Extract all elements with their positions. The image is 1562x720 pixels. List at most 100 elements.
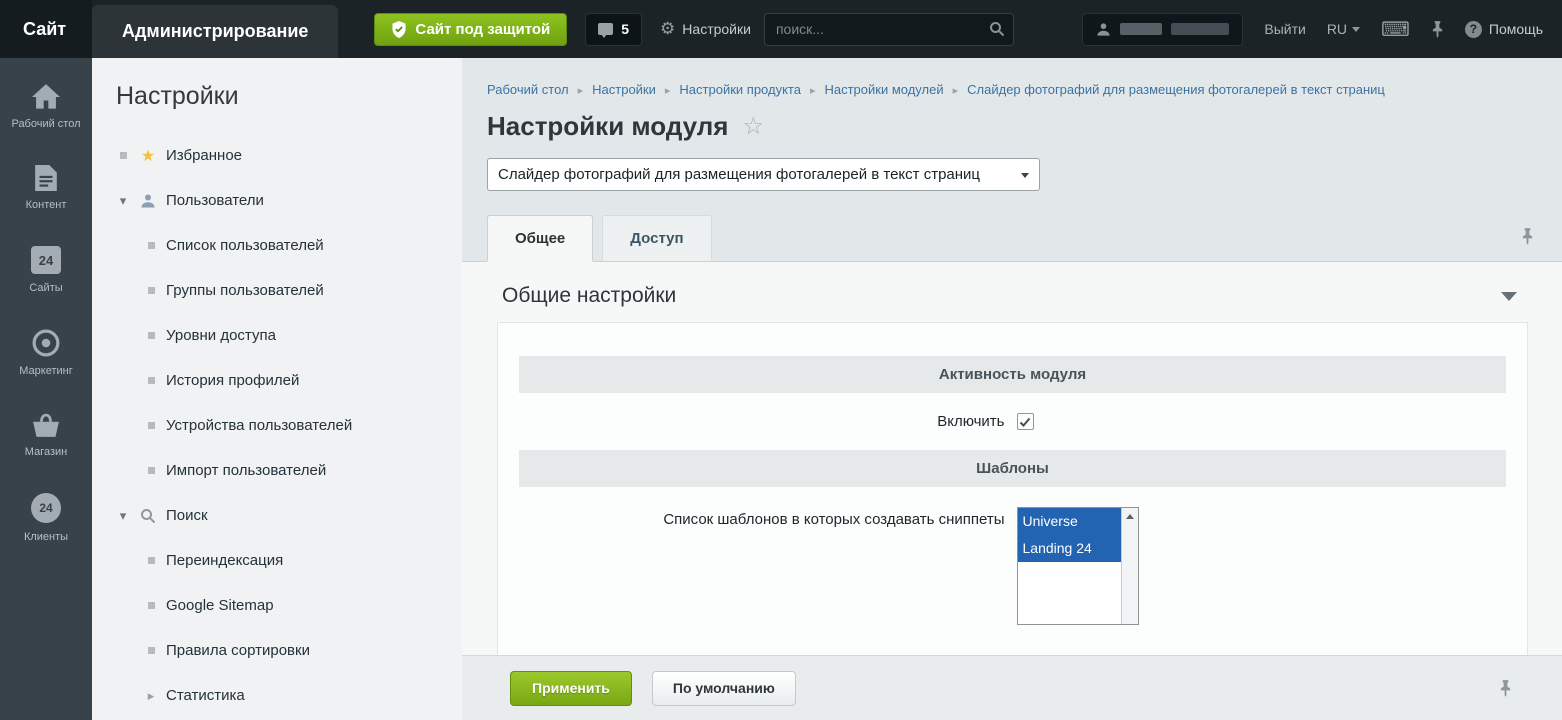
topbar-search	[764, 13, 1014, 46]
bullet-icon	[148, 287, 155, 294]
rail-label-desktop: Рабочий стол	[7, 118, 84, 131]
page-title: Настройки модуля	[487, 111, 728, 142]
chevron-down-icon	[1352, 27, 1360, 32]
help-icon	[1465, 21, 1482, 38]
help-button[interactable]: Помощь	[1465, 21, 1543, 38]
rail-item-desktop[interactable]: Рабочий стол	[0, 84, 92, 131]
favorite-star-icon[interactable]	[742, 112, 764, 141]
sidebar-item-sort-rules[interactable]: Правила сортировки	[114, 628, 452, 673]
main-content: Рабочий стол Настройки Настройки продукт…	[462, 58, 1562, 720]
rail-label-sites: Сайты	[25, 282, 66, 295]
site-tab[interactable]: Сайт	[0, 0, 92, 58]
chevron-expanded-icon[interactable]	[114, 508, 132, 524]
templates-listbox[interactable]: Universe Landing 24	[1017, 507, 1139, 625]
sites-badge-text: 24	[39, 253, 53, 268]
chevron-down-icon	[1021, 173, 1029, 178]
breadcrumb-link[interactable]: Настройки	[592, 82, 656, 97]
bullet-icon	[148, 467, 155, 474]
bullet-icon	[120, 152, 127, 159]
tab-panel-general: Общие настройки Активность модуля Включи…	[462, 261, 1562, 655]
collapse-section-icon[interactable]	[1501, 292, 1517, 301]
listbox-option-landing24[interactable]: Landing 24	[1018, 535, 1121, 562]
bullet-icon	[148, 377, 155, 384]
topbar-right: Выйти RU Помощь	[1082, 13, 1562, 46]
bullet-icon	[148, 332, 155, 339]
topbar-settings-label: Настройки	[682, 21, 751, 37]
sidebar-item-favorites[interactable]: Избранное	[114, 133, 452, 178]
sidebar-item-search[interactable]: Поиск	[114, 493, 452, 538]
user-name-redacted	[1120, 23, 1162, 35]
sidebar-item-profile-history[interactable]: История профилей	[114, 358, 452, 403]
breadcrumb-separator-icon	[953, 82, 959, 97]
sidebar-item-user-list[interactable]: Список пользователей	[114, 223, 452, 268]
default-button[interactable]: По умолчанию	[652, 671, 796, 706]
tabs-pin-icon[interactable]	[1521, 228, 1534, 245]
chevron-collapsed-icon[interactable]	[142, 688, 160, 704]
sidebar-item-user-import[interactable]: Импорт пользователей	[114, 448, 452, 493]
rail-item-sites[interactable]: 24 Сайты	[0, 246, 92, 295]
breadcrumb-link[interactable]: Настройки модулей	[824, 82, 943, 97]
notifications-count: 5	[621, 21, 629, 37]
topbar-pin-icon[interactable]	[1431, 21, 1444, 38]
settings-form: Активность модуля Включить Шаблоны Списо…	[497, 322, 1528, 655]
sidebar-item-statistics[interactable]: Статистика	[114, 673, 452, 718]
footer-pin-icon[interactable]	[1499, 680, 1512, 697]
language-selector[interactable]: RU	[1327, 21, 1360, 37]
notifications-button[interactable]: 5	[585, 13, 642, 46]
user-icon	[1096, 22, 1111, 37]
rail-item-marketing[interactable]: Маркетинг	[0, 329, 92, 378]
topbar-settings-button[interactable]: Настройки	[660, 19, 751, 39]
site-tab-label: Сайт	[23, 19, 66, 40]
rail-item-shop[interactable]: Магазин	[0, 412, 92, 459]
apply-button[interactable]: Применить	[510, 671, 632, 706]
search-icon[interactable]	[989, 21, 1005, 42]
group-header-templates: Шаблоны	[519, 450, 1506, 487]
listbox-scrollbar[interactable]	[1121, 508, 1138, 624]
user-menu[interactable]	[1082, 13, 1243, 46]
sidebar-item-user-devices[interactable]: Устройства пользователей	[114, 403, 452, 448]
bullet-icon	[148, 242, 155, 249]
breadcrumb-separator-icon	[665, 82, 671, 97]
listbox-options: Universe Landing 24	[1018, 508, 1121, 624]
sidebar-item-google-sitemap[interactable]: Google Sitemap	[114, 583, 452, 628]
rail-label-clients: Клиенты	[20, 531, 72, 544]
icon-rail: Рабочий стол Контент 24 Сайты Маркетинг …	[0, 58, 92, 720]
tab-general[interactable]: Общее	[487, 215, 593, 262]
breadcrumb-current[interactable]: Слайдер фотографий для размещения фотога…	[967, 82, 1385, 97]
shield-icon	[391, 21, 407, 38]
breadcrumb-link[interactable]: Настройки продукта	[679, 82, 801, 97]
enable-checkbox[interactable]	[1017, 413, 1034, 430]
chevron-expanded-icon[interactable]	[114, 193, 132, 209]
search-input[interactable]	[764, 13, 1014, 46]
scroll-up-icon[interactable]	[1122, 508, 1138, 524]
bullet-icon	[148, 557, 155, 564]
group-header-activity: Активность модуля	[519, 356, 1506, 393]
rail-item-clients[interactable]: 24 Клиенты	[0, 493, 92, 544]
sites-icon: 24	[31, 246, 61, 274]
sidebar-item-users[interactable]: Пользователи	[114, 178, 452, 223]
module-select[interactable]: Слайдер фотографий для размещения фотога…	[487, 158, 1040, 191]
rail-item-content[interactable]: Контент	[0, 165, 92, 212]
enable-label: Включить	[519, 413, 1013, 430]
tab-access[interactable]: Доступ	[602, 215, 711, 262]
admin-tab-label: Администрирование	[122, 21, 308, 42]
clients-icon: 24	[31, 493, 61, 523]
sidebar-item-reindex[interactable]: Переиндексация	[114, 538, 452, 583]
form-footer: Применить По умолчанию	[462, 655, 1562, 720]
help-label: Помощь	[1489, 21, 1543, 37]
user-name-redacted-2	[1171, 23, 1229, 35]
notifications-icon	[598, 23, 613, 35]
sidebar-item-user-groups[interactable]: Группы пользователей	[114, 268, 452, 313]
title-row: Настройки модуля	[487, 111, 1562, 142]
admin-tab[interactable]: Администрирование	[92, 5, 338, 58]
templates-row: Список шаблонов в которых создавать снип…	[519, 507, 1506, 625]
settings-sidebar: Настройки Избранное Пользователи Список …	[92, 58, 462, 720]
breadcrumb-link[interactable]: Рабочий стол	[487, 82, 569, 97]
hotkeys-icon[interactable]	[1381, 17, 1410, 42]
listbox-option-universe[interactable]: Universe	[1018, 508, 1121, 535]
site-protected-button[interactable]: Сайт под защитой	[374, 13, 567, 46]
sidebar-item-access-levels[interactable]: Уровни доступа	[114, 313, 452, 358]
rail-label-content: Контент	[22, 199, 71, 212]
logout-link[interactable]: Выйти	[1264, 21, 1305, 37]
language-label: RU	[1327, 21, 1347, 37]
